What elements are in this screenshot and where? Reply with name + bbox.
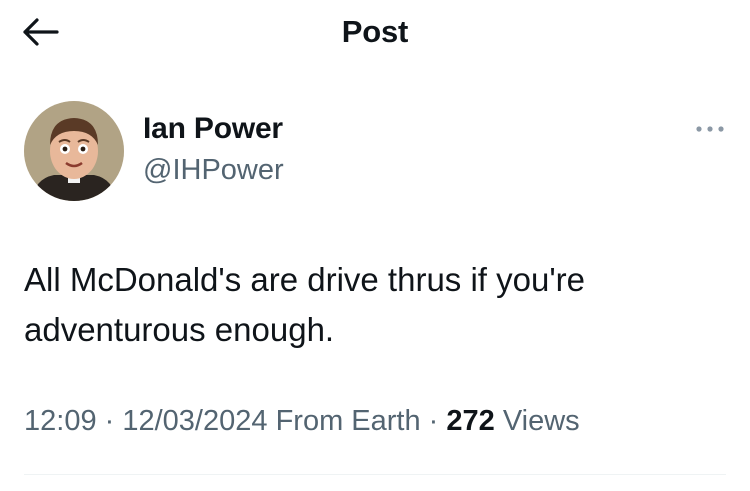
author-info: Ian Power @IHPower — [143, 110, 284, 189]
post-time[interactable]: 12:09 — [24, 405, 97, 437]
page-title: Post — [341, 14, 409, 49]
more-horizontal-icon — [696, 126, 724, 132]
views-label: Views — [494, 405, 580, 437]
post-source: From Earth — [267, 405, 421, 437]
post-metadata: 12:09 · 12/03/2024 From Earth · 272 View… — [24, 405, 580, 438]
more-options-button[interactable] — [690, 114, 730, 144]
author-display-name[interactable]: Ian Power — [143, 110, 284, 148]
top-bar: Post — [0, 0, 750, 64]
meta-separator: · — [96, 405, 123, 437]
avatar-image — [24, 101, 124, 201]
post-page: Post Ian Power @IHPower All McDonald's a… — [0, 0, 750, 491]
post-text: All McDonald's are drive thrus if you're… — [24, 261, 585, 348]
avatar[interactable] — [24, 101, 124, 201]
author-handle[interactable]: @IHPower — [143, 151, 284, 189]
divider — [24, 474, 726, 475]
meta-separator: · — [420, 405, 447, 437]
post-date[interactable]: 12/03/2024 — [122, 405, 267, 437]
views-count[interactable]: 272 — [446, 405, 494, 437]
